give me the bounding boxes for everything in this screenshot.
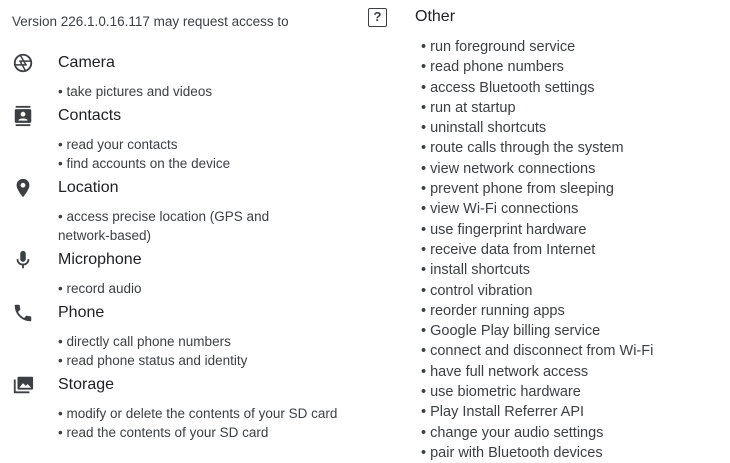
group-title-camera: Camera <box>58 54 115 71</box>
permission-group-location: Location access precise location (GPS an… <box>12 177 352 245</box>
permission-item: read your contacts <box>58 135 352 154</box>
permission-group-other: ? Other <box>368 6 718 28</box>
storage-image-icon <box>12 374 34 396</box>
permission-item: have full network access <box>421 362 653 382</box>
permission-item: change your audio settings <box>421 423 653 443</box>
location-pin-icon <box>12 177 34 199</box>
permission-item: install shortcuts <box>421 260 653 280</box>
group-title-other: Other <box>415 8 456 25</box>
permission-item: view Wi-Fi connections <box>421 199 653 219</box>
permission-item: directly call phone numbers <box>58 332 352 351</box>
group-title-storage: Storage <box>58 376 115 393</box>
permission-item: modify or delete the contents of your SD… <box>58 404 348 423</box>
permission-item: run at startup <box>421 98 653 118</box>
microphone-icon <box>12 249 34 271</box>
permission-item: connect and disconnect from Wi-Fi <box>421 341 653 361</box>
permission-item: use biometric hardware <box>421 382 653 402</box>
permission-group-phone: Phone directly call phone numbers read p… <box>12 302 352 370</box>
permission-group-camera: Camera take pictures and videos <box>12 52 352 101</box>
version-text: Version 226.1.0.16.117 may request acces… <box>12 14 289 29</box>
permission-item: receive data from Internet <box>421 240 653 260</box>
permission-item: record audio <box>58 279 352 298</box>
phone-icon <box>12 302 34 324</box>
permission-item: view network connections <box>421 159 653 179</box>
group-title-contacts: Contacts <box>58 107 122 124</box>
permission-group-storage: Storage modify or delete the contents of… <box>12 374 352 442</box>
permission-item: read the contents of your SD card <box>58 423 352 442</box>
permission-item: use fingerprint hardware <box>421 220 653 240</box>
permission-item: route calls through the system <box>421 138 653 158</box>
question-box-icon: ? <box>368 8 387 27</box>
camera-icon <box>12 52 34 74</box>
permission-item: control vibration <box>421 281 653 301</box>
permission-item: uninstall shortcuts <box>421 118 653 138</box>
permission-item: read phone status and identity <box>58 351 352 370</box>
permission-group-microphone: Microphone record audio <box>12 249 352 298</box>
permission-item: read phone numbers <box>421 57 653 77</box>
group-title-microphone: Microphone <box>58 251 142 268</box>
permission-item: access Bluetooth settings <box>421 78 653 98</box>
permission-item: run foreground service <box>421 37 653 57</box>
permission-item: pair with Bluetooth devices <box>421 443 653 463</box>
permission-item: Google Play billing service <box>421 321 653 341</box>
permission-item: prevent phone from sleeping <box>421 179 653 199</box>
permission-item: reorder running apps <box>421 301 653 321</box>
permission-item: access precise location (GPS and network… <box>58 207 308 245</box>
permission-item: find accounts on the device <box>58 154 352 173</box>
contacts-icon <box>12 105 34 127</box>
group-title-location: Location <box>58 179 119 196</box>
permission-item: take pictures and videos <box>58 82 352 101</box>
group-title-phone: Phone <box>58 304 105 321</box>
permission-item: Play Install Referrer API <box>421 402 653 422</box>
permission-group-contacts: Contacts read your contacts find account… <box>12 105 352 173</box>
other-permission-list: run foreground serviceread phone numbers… <box>421 37 653 463</box>
